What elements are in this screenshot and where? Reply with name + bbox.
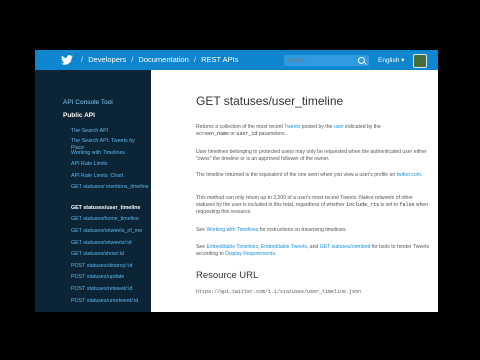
sidebar-item-mentions-timeline[interactable]: GET statuses/ mentions_timeline	[71, 184, 149, 191]
code-screen-name: screen_name	[196, 131, 230, 137]
description-paragraph-5: See Working with Timelines for instructi…	[196, 227, 347, 233]
page-title: GET statuses/user_timeline	[196, 94, 344, 108]
search-icon[interactable]	[358, 57, 365, 64]
sidebar-item-user-timeline[interactable]: GET statuses/user_timeline	[71, 205, 149, 212]
sidebar-item-unretweet-id[interactable]: POST statuses/unretweet/:id	[71, 298, 149, 305]
sidebar-item-destroy-id[interactable]: POST statuses/destroy/:id	[71, 263, 149, 270]
tweets-link[interactable]: Tweets	[284, 124, 300, 130]
language-selector[interactable]: English ▾	[378, 56, 404, 64]
sidebar-item-update[interactable]: POST statuses/update	[71, 274, 149, 281]
sidebar-heading-console[interactable]: API Console Tool	[63, 99, 113, 106]
search-box[interactable]	[284, 55, 369, 66]
chevron-down-icon: ▾	[401, 57, 405, 64]
sidebar-item-search-api[interactable]: The Search API	[71, 128, 149, 135]
working-with-timelines-link[interactable]: Working with Timelines	[206, 227, 258, 233]
description-paragraph-2: User timelines belonging to protected us…	[196, 149, 427, 162]
breadcrumb-rest-apis[interactable]: REST APIs	[201, 55, 238, 64]
breadcrumb: / Developers / Documentation / REST APIs	[81, 55, 239, 64]
browser-page: / Developers / Documentation / REST APIs…	[35, 50, 438, 312]
display-requirements-link[interactable]: Display Requirements	[225, 251, 275, 257]
sidebar-item-retweet-id[interactable]: POST statuses/retweet/:id	[71, 286, 149, 293]
breadcrumb-documentation[interactable]: Documentation	[138, 55, 188, 64]
sidebar-item-retweets-of-me[interactable]: GET statuses/retweets_of_me	[71, 228, 149, 235]
description-paragraph-3: The timeline returned is the equivalent …	[196, 172, 423, 178]
search-input[interactable]	[287, 55, 355, 66]
main-content: GET statuses/user_timeline Returns a col…	[151, 70, 438, 312]
breadcrumb-developers[interactable]: Developers	[88, 55, 126, 64]
description-paragraph-1: Returns a collection of the most recent …	[196, 124, 381, 137]
sidebar-section-public-api[interactable]: Public API	[63, 112, 95, 119]
top-nav-bar: / Developers / Documentation / REST APIs…	[35, 50, 438, 70]
language-label: English	[378, 57, 400, 64]
sidebar-item-rate-limits[interactable]: API Rate Limits	[71, 161, 149, 168]
sidebar-item-rate-limits-chart[interactable]: API Rate Limits: Chart	[71, 173, 149, 180]
sidebar-item-show-id[interactable]: GET statuses/show/:id	[71, 251, 149, 258]
code-user-id: user_id	[236, 131, 258, 137]
description-paragraph-4: This method can only return up to 3,200 …	[196, 195, 429, 215]
sidebar-item-retweets-id[interactable]: GET statuses/retweets/:id	[71, 240, 149, 247]
sidebar-item-home-timeline[interactable]: GET statuses/home_timeline	[71, 216, 149, 223]
oembed-link[interactable]: GET statuses/oembed	[320, 244, 371, 250]
resource-url-value: https://api.twitter.com/1.1/statuses/use…	[196, 289, 362, 295]
embeddable-tweets-link[interactable]: Embeddable Tweets	[261, 244, 307, 250]
description-paragraph-6: See Embeddable Timelines, Embeddable Twe…	[196, 244, 430, 257]
avatar[interactable]	[413, 54, 427, 68]
sidebar-item-working-timelines[interactable]: Working with Timelines	[71, 150, 149, 157]
twitter-bird-icon[interactable]	[61, 55, 73, 65]
code-include-rts: include_rts	[346, 202, 380, 208]
user-link[interactable]: user	[334, 124, 344, 130]
resource-url-heading: Resource URL	[196, 270, 259, 281]
code-false: false	[399, 202, 415, 208]
twitter-com-link[interactable]: twitter.com	[397, 172, 421, 178]
embeddable-timelines-link[interactable]: Embeddable Timelines	[206, 244, 258, 250]
sidebar: API Console Tool Public API The Search A…	[35, 70, 151, 312]
